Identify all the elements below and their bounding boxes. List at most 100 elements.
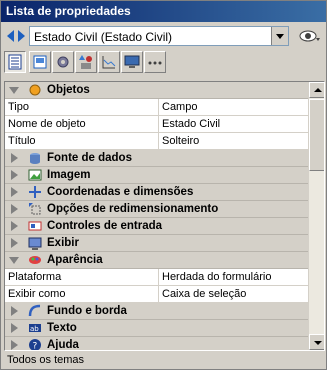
property-row[interactable]: Tipo Campo: [5, 99, 308, 116]
category-fundo-e-borda[interactable]: Fundo e borda: [5, 303, 308, 320]
category-label: Imagem: [47, 169, 91, 181]
property-value[interactable]: Estado Civil: [162, 118, 220, 130]
more-icon: [148, 61, 162, 65]
arrow-up-icon: [314, 88, 322, 92]
appearance-icon: [29, 256, 41, 264]
list-view-button[interactable]: [4, 51, 26, 73]
image-icon: [28, 169, 42, 181]
scroll-down-button[interactable]: [309, 334, 324, 350]
category-fonte-de-dados[interactable]: Fonte de dados: [5, 150, 308, 167]
category-imagem[interactable]: Imagem: [5, 167, 308, 184]
property-row[interactable]: Plataforma Herdada do formulário: [5, 269, 308, 286]
category-ajuda[interactable]: ? Ajuda: [5, 337, 308, 352]
column-divider: [158, 116, 159, 133]
window-title: Lista de propriedades: [6, 4, 131, 18]
monitor-icon: [124, 55, 140, 68]
property-value[interactable]: Caixa de seleção: [162, 288, 246, 300]
collapsed-triangle-icon[interactable]: [11, 170, 18, 180]
status-text: Todos os temas: [7, 354, 85, 366]
category-op-es-de-redimensionamento[interactable]: Opções de redimensionamento: [5, 201, 308, 218]
column-divider: [158, 269, 159, 286]
chart-button[interactable]: [98, 51, 120, 73]
category-texto[interactable]: ab Texto: [5, 320, 308, 337]
svg-text:?: ?: [33, 342, 38, 352]
category-label: Controles de entrada: [47, 220, 163, 232]
collapsed-triangle-icon[interactable]: [11, 187, 18, 197]
property-value[interactable]: Herdada do formulário: [162, 271, 271, 283]
category-objetos[interactable]: Objetos: [5, 82, 308, 99]
property-name: Tipo: [8, 101, 29, 113]
object-selector-row: Estado Civil (Estado Civil): [1, 23, 326, 49]
expanded-triangle-icon[interactable]: [9, 257, 19, 264]
column-divider: [158, 99, 159, 116]
object-selector-value: Estado Civil (Estado Civil): [34, 30, 173, 44]
vertical-scrollbar[interactable]: [308, 82, 324, 350]
list-view-icon: [8, 54, 22, 70]
property-value[interactable]: Campo: [162, 101, 197, 113]
collapsed-triangle-icon[interactable]: [11, 323, 18, 333]
help-icon: ?: [29, 339, 41, 352]
category-apar-ncia[interactable]: Aparência: [5, 252, 308, 269]
category-label: Exibir: [47, 237, 79, 249]
resize-icon: [29, 203, 41, 215]
shapes-button[interactable]: [75, 51, 97, 73]
eye-icon[interactable]: [299, 28, 321, 44]
category-label: Opções de redimensionamento: [47, 203, 219, 215]
gear-icon: [57, 56, 69, 68]
category-label: Ajuda: [47, 339, 79, 351]
chevron-down-icon: [276, 33, 284, 39]
column-divider: [158, 133, 159, 150]
svg-text:ab: ab: [30, 325, 39, 333]
settings-button[interactable]: [52, 51, 74, 73]
dropdown-button[interactable]: [271, 27, 288, 45]
property-row[interactable]: Exibir como Caixa de seleção: [5, 286, 308, 303]
title-bar[interactable]: Lista de propriedades: [1, 1, 326, 22]
text-icon: ab: [29, 324, 41, 333]
property-list-window: Lista de propriedades Estado Civil (Esta…: [0, 0, 327, 370]
nav-arrows-icon[interactable]: [6, 29, 26, 43]
category-coordenadas-e-dimens-es[interactable]: Coordenadas e dimensões: [5, 184, 308, 201]
objects-icon: [29, 84, 41, 96]
category-label: Fundo e borda: [47, 305, 127, 317]
shapes-icon: [79, 55, 92, 69]
form-button[interactable]: [29, 51, 51, 73]
arrow-down-icon: [314, 341, 322, 345]
form-icon: [33, 55, 47, 69]
more-button[interactable]: [144, 51, 166, 73]
chart-icon: [102, 56, 116, 69]
collapsed-triangle-icon[interactable]: [11, 204, 18, 214]
category-label: Aparência: [47, 254, 103, 266]
datasource-icon: [30, 153, 40, 164]
category-label: Texto: [47, 322, 77, 334]
background-border-icon: [28, 304, 41, 317]
category-exibir[interactable]: Exibir: [5, 235, 308, 252]
object-selector-dropdown[interactable]: Estado Civil (Estado Civil): [29, 26, 289, 46]
scroll-up-button[interactable]: [309, 82, 324, 98]
property-row[interactable]: Título Solteiro: [5, 133, 308, 150]
collapsed-triangle-icon[interactable]: [11, 153, 18, 163]
collapsed-triangle-icon[interactable]: [11, 238, 18, 248]
category-label: Coordenadas e dimensões: [47, 186, 194, 198]
property-toolbar: [4, 51, 179, 75]
input-controls-icon: [28, 221, 42, 231]
collapsed-triangle-icon[interactable]: [11, 340, 18, 350]
status-bar: Todos os temas: [4, 353, 325, 369]
collapsed-triangle-icon[interactable]: [11, 306, 18, 316]
property-grid: Objetos Tipo Campo Nome de objeto Estado Civ…: [4, 81, 325, 351]
property-rows: Objetos Tipo Campo Nome de objeto Estado Civ…: [5, 82, 308, 352]
property-name: Nome de objeto: [8, 118, 86, 130]
property-name: Exibir como: [8, 288, 66, 300]
expanded-triangle-icon[interactable]: [9, 87, 19, 94]
category-label: Objetos: [47, 84, 90, 96]
property-name: Título: [8, 135, 36, 147]
monitor-button[interactable]: [121, 51, 143, 73]
scroll-thumb[interactable]: [309, 99, 324, 171]
property-value[interactable]: Solteiro: [162, 135, 199, 147]
property-name: Plataforma: [8, 271, 62, 283]
category-label: Fonte de dados: [47, 152, 132, 164]
category-controles-de-entrada[interactable]: Controles de entrada: [5, 218, 308, 235]
column-divider: [158, 286, 159, 303]
collapsed-triangle-icon[interactable]: [11, 221, 18, 231]
property-row[interactable]: Nome de objeto Estado Civil: [5, 116, 308, 133]
display-icon: [28, 237, 42, 250]
